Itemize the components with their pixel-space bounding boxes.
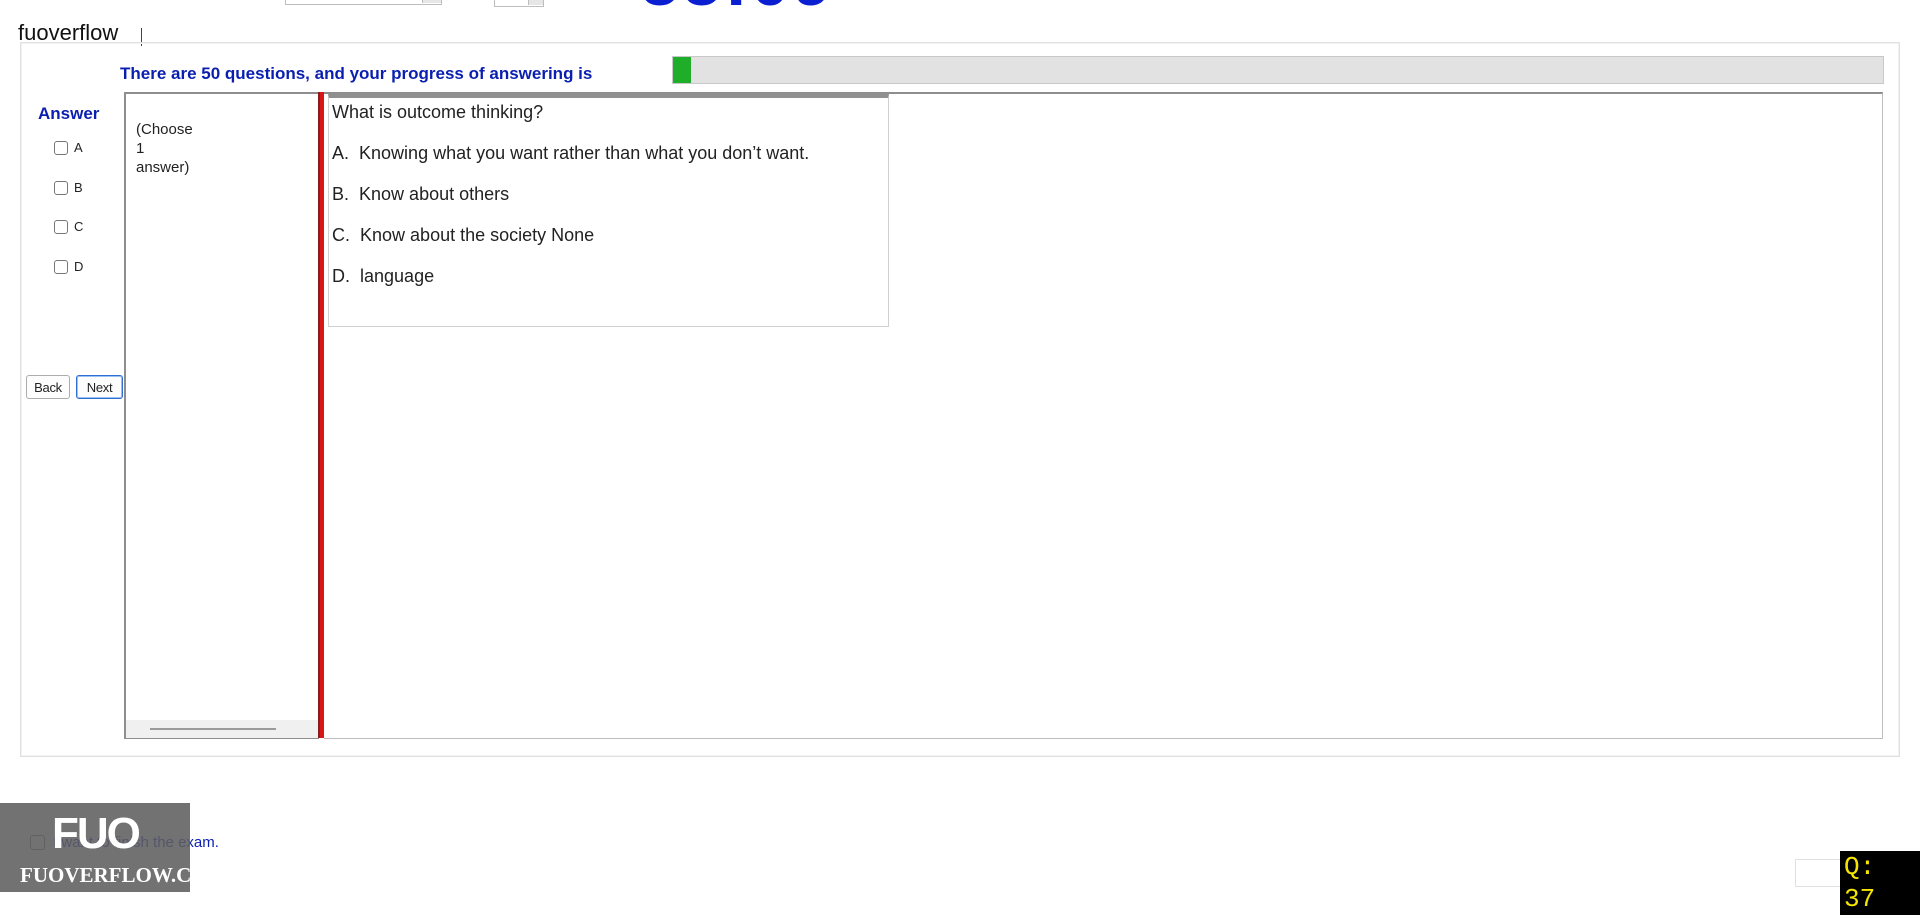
watermark-url: FUOVERFLOW.COM [20, 863, 228, 887]
question-text: What is outcome thinking? [332, 102, 544, 122]
choose-line: answer) [136, 159, 190, 176]
countdown-timer-clip: 55:09 [640, 0, 830, 17]
option-prefix: D. [332, 266, 350, 286]
choose-instruction: (Choose 1 answer) [136, 120, 193, 177]
answer-option-label: B [74, 180, 83, 195]
choose-line: (Choose [136, 121, 193, 138]
checkbox-d[interactable] [54, 259, 68, 274]
answer-option-c[interactable]: C [54, 219, 83, 234]
top-dropdown-2[interactable] [494, 0, 544, 7]
answer-option-a[interactable]: A [54, 140, 83, 155]
question-box: What is outcome thinking? A. Knowing wha… [328, 94, 889, 327]
answer-option-label: A [74, 140, 83, 155]
option-text: Know about others [359, 184, 510, 204]
progress-fill [673, 57, 692, 83]
option-text: Knowing what you want rather than what y… [359, 143, 810, 163]
answer-option-label: C [74, 219, 84, 234]
question-number-badge: Q: 37 [1840, 851, 1920, 915]
answer-option-d[interactable]: D [54, 259, 83, 274]
answer-option-b[interactable]: B [54, 180, 83, 195]
option-text: language [360, 266, 435, 286]
scrollbar-thumb[interactable] [150, 728, 276, 730]
choose-line: 1 [136, 140, 145, 157]
watermark-logo: FUO [52, 809, 141, 858]
checkbox-c[interactable] [54, 219, 68, 234]
watermark: FUO FUOVERFLOW.COM [0, 803, 227, 892]
option-prefix: C. [332, 225, 350, 245]
option-text: Know about the society None [360, 225, 595, 245]
countdown-timer: 55:09 [640, 0, 830, 17]
horizontal-scrollbar[interactable] [126, 720, 319, 738]
top-dropdown-1[interactable] [285, 0, 442, 5]
answer-title: Answer [38, 104, 100, 123]
question-option-c: C. Know about the society None [332, 225, 594, 246]
question-option-b: B. Know about others [332, 184, 509, 205]
option-prefix: A. [332, 143, 350, 163]
choose-pane: (Choose 1 answer) [124, 92, 319, 739]
back-button[interactable]: Back [26, 375, 70, 399]
answer-option-label: D [74, 259, 84, 274]
option-prefix: B. [332, 184, 350, 204]
question-option-a: A. Knowing what you want rather than wha… [332, 143, 809, 164]
question-option-d: D. language [332, 266, 434, 287]
progress-label: There are 50 questions, and your progres… [120, 64, 593, 83]
checkbox-a[interactable] [54, 140, 68, 155]
progress-bar [672, 56, 1884, 84]
next-button[interactable]: Next [76, 375, 123, 399]
checkbox-b[interactable] [54, 180, 68, 195]
